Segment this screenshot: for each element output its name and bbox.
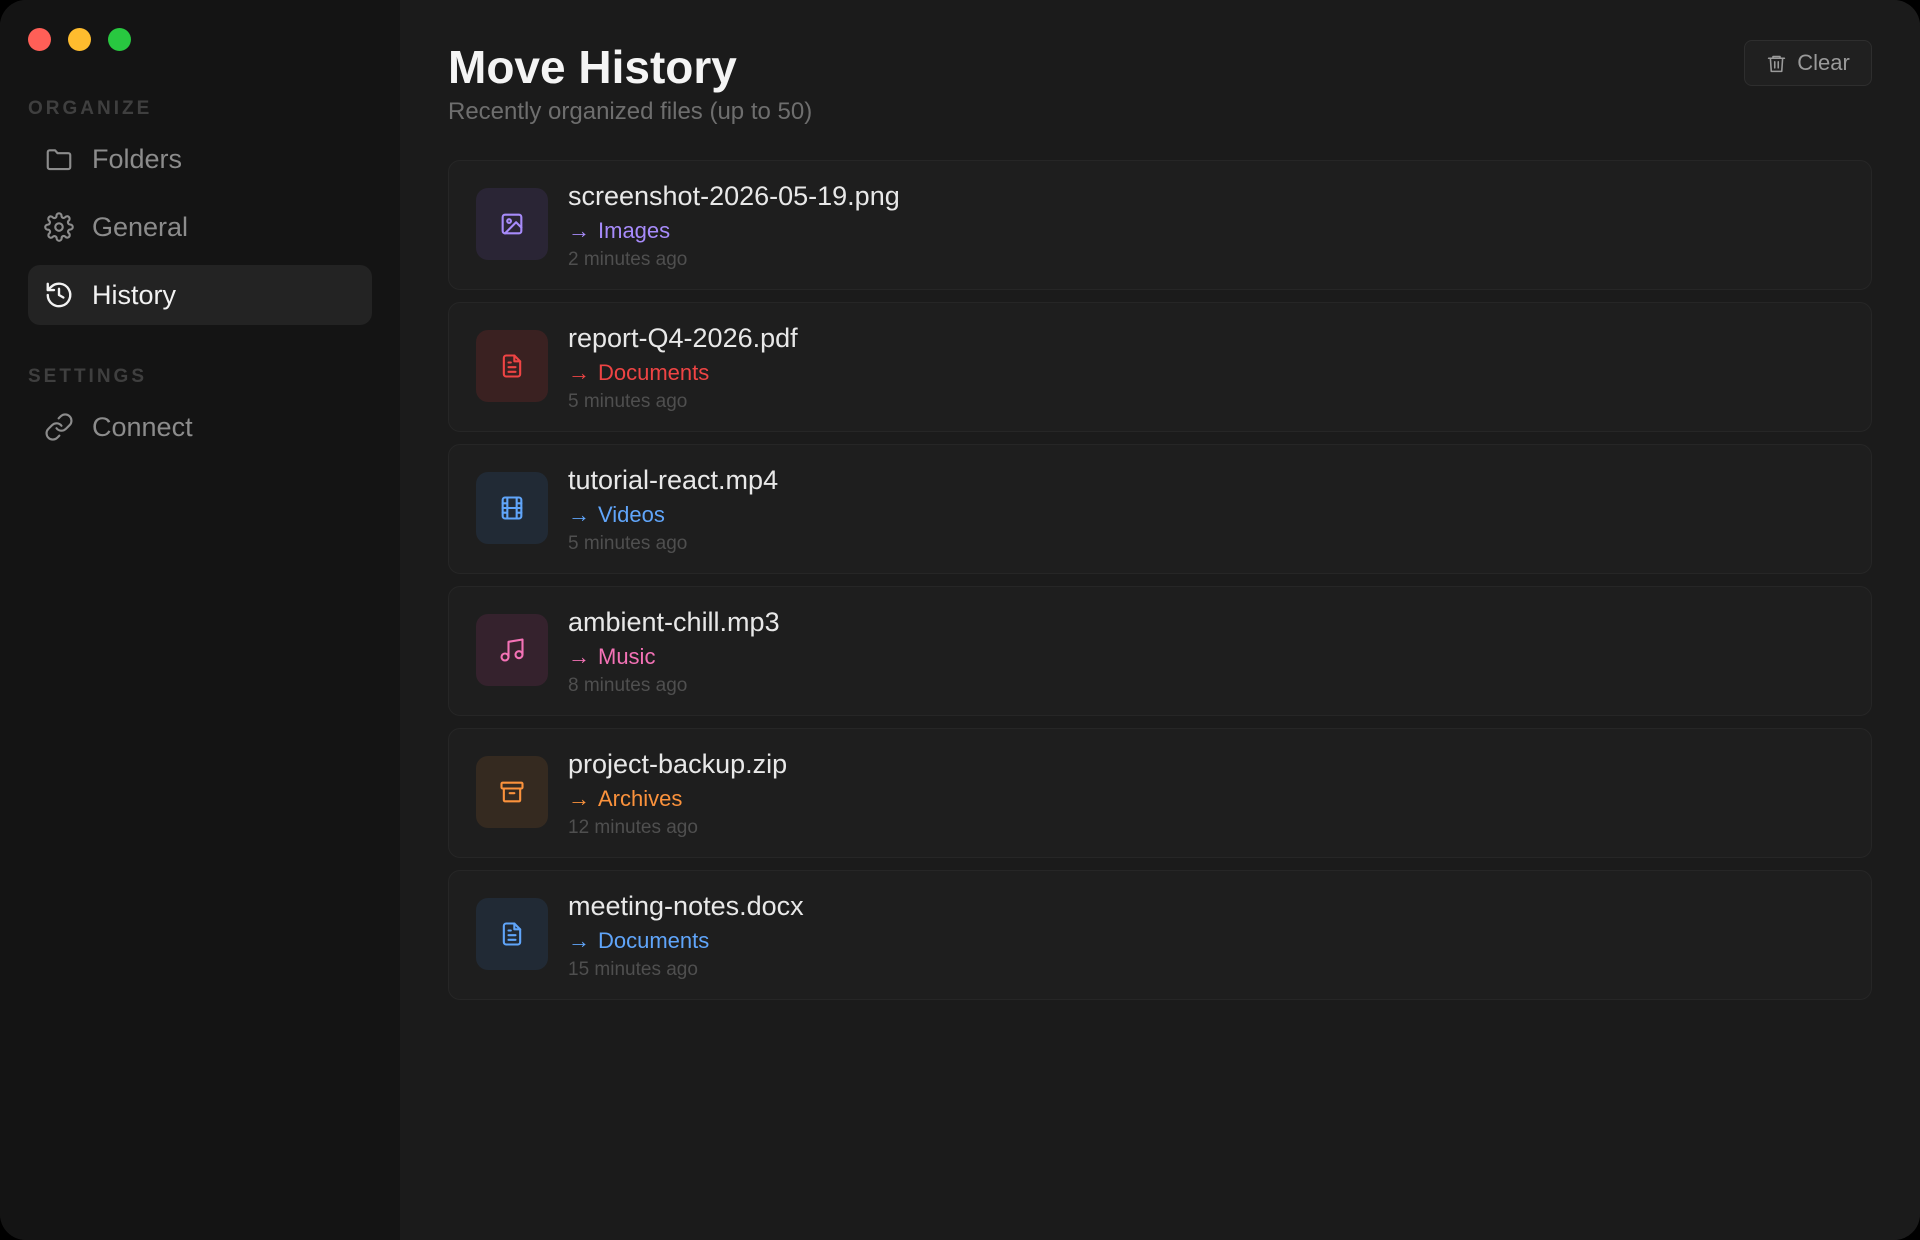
destination-label: Videos [598, 502, 665, 527]
music-icon [476, 614, 548, 686]
timestamp: 8 minutes ago [568, 675, 688, 696]
file-text-icon [476, 330, 548, 402]
file-name: screenshot-2026-05-19.png [568, 181, 900, 211]
main-content: Move History Recently organized files (u… [400, 0, 1920, 1240]
arrow-right-icon: → [568, 928, 590, 953]
sidebar-item-history[interactable]: History [28, 265, 372, 325]
archive-icon [476, 756, 548, 828]
sidebar-item-connect[interactable]: Connect [28, 397, 372, 457]
timestamp: 2 minutes ago [568, 249, 688, 270]
timestamp: 5 minutes ago [568, 391, 688, 412]
history-list: screenshot-2026-05-19.png → Images 2 minute… [448, 160, 1872, 1012]
page-subtitle: Recently organized files (up to 50) [448, 98, 813, 125]
file-name: ambient-chill.mp3 [568, 607, 780, 637]
destination-label: Images [598, 218, 671, 243]
sidebar-item-folders[interactable]: Folders [28, 129, 372, 189]
arrow-right-icon: → [568, 218, 590, 243]
destination-folder: → Music [568, 644, 655, 670]
history-item[interactable]: screenshot-2026-05-19.png → Images 2 minute… [448, 160, 1872, 290]
arrow-right-icon: → [568, 502, 590, 527]
file-text-icon [476, 898, 548, 970]
clear-label: Clear [1797, 50, 1850, 75]
sidebar: ORGANIZE Folders General History SETTING… [0, 0, 400, 1240]
section-label-organize: ORGANIZE [28, 98, 153, 119]
timestamp: 15 minutes ago [568, 959, 698, 980]
maximize-window-button[interactable] [108, 28, 131, 51]
close-window-button[interactable] [28, 28, 51, 51]
destination-folder: → Documents [568, 928, 709, 954]
sidebar-item-label: Connect [92, 411, 193, 442]
file-name: meeting-notes.docx [568, 891, 804, 921]
arrow-right-icon: → [568, 644, 590, 669]
history-item[interactable]: ambient-chill.mp3 → Music 8 minutes ago [448, 586, 1872, 716]
destination-label: Documents [598, 928, 710, 953]
destination-folder: → Archives [568, 786, 682, 812]
arrow-right-icon: → [568, 786, 590, 811]
history-item[interactable]: report-Q4-2026.pdf → Documents 5 minutes ag… [448, 302, 1872, 432]
file-name: project-backup.zip [568, 749, 788, 779]
sidebar-item-label: General [92, 211, 189, 242]
history-item[interactable]: meeting-notes.docx → Documents 15 minutes a… [448, 870, 1872, 1000]
page-title: Move History [448, 41, 737, 93]
sidebar-item-label: History [92, 279, 177, 310]
minimize-window-button[interactable] [68, 28, 91, 51]
trash-icon [1768, 55, 1786, 72]
gear-icon [44, 212, 74, 242]
image-icon [476, 188, 548, 260]
timestamp: 5 minutes ago [568, 533, 688, 554]
history-icon [44, 280, 74, 310]
destination-folder: → Videos [568, 502, 665, 528]
window-controls [28, 28, 131, 51]
file-name: report-Q4-2026.pdf [568, 323, 798, 353]
destination-folder: → Images [568, 218, 670, 244]
section-label-settings: SETTINGS [28, 366, 148, 387]
timestamp: 12 minutes ago [568, 817, 698, 838]
file-name: tutorial-react.mp4 [568, 465, 779, 495]
folder-icon [44, 144, 74, 174]
link-icon [44, 412, 74, 442]
sidebar-item-general[interactable]: General [28, 197, 372, 257]
film-icon [476, 472, 548, 544]
history-item[interactable]: tutorial-react.mp4 → Videos 5 minutes ago [448, 444, 1872, 574]
app-window: ORGANIZE Folders General History SETTING… [0, 0, 1920, 1240]
destination-label: Documents [598, 360, 710, 385]
clear-history-button[interactable]: Clear [1744, 40, 1872, 86]
history-item[interactable]: project-backup.zip → Archives 12 minutes ag… [448, 728, 1872, 858]
sidebar-item-label: Folders [92, 143, 183, 174]
destination-label: Music [598, 644, 656, 669]
arrow-right-icon: → [568, 360, 590, 385]
destination-label: Archives [598, 786, 683, 811]
destination-folder: → Documents [568, 360, 709, 386]
